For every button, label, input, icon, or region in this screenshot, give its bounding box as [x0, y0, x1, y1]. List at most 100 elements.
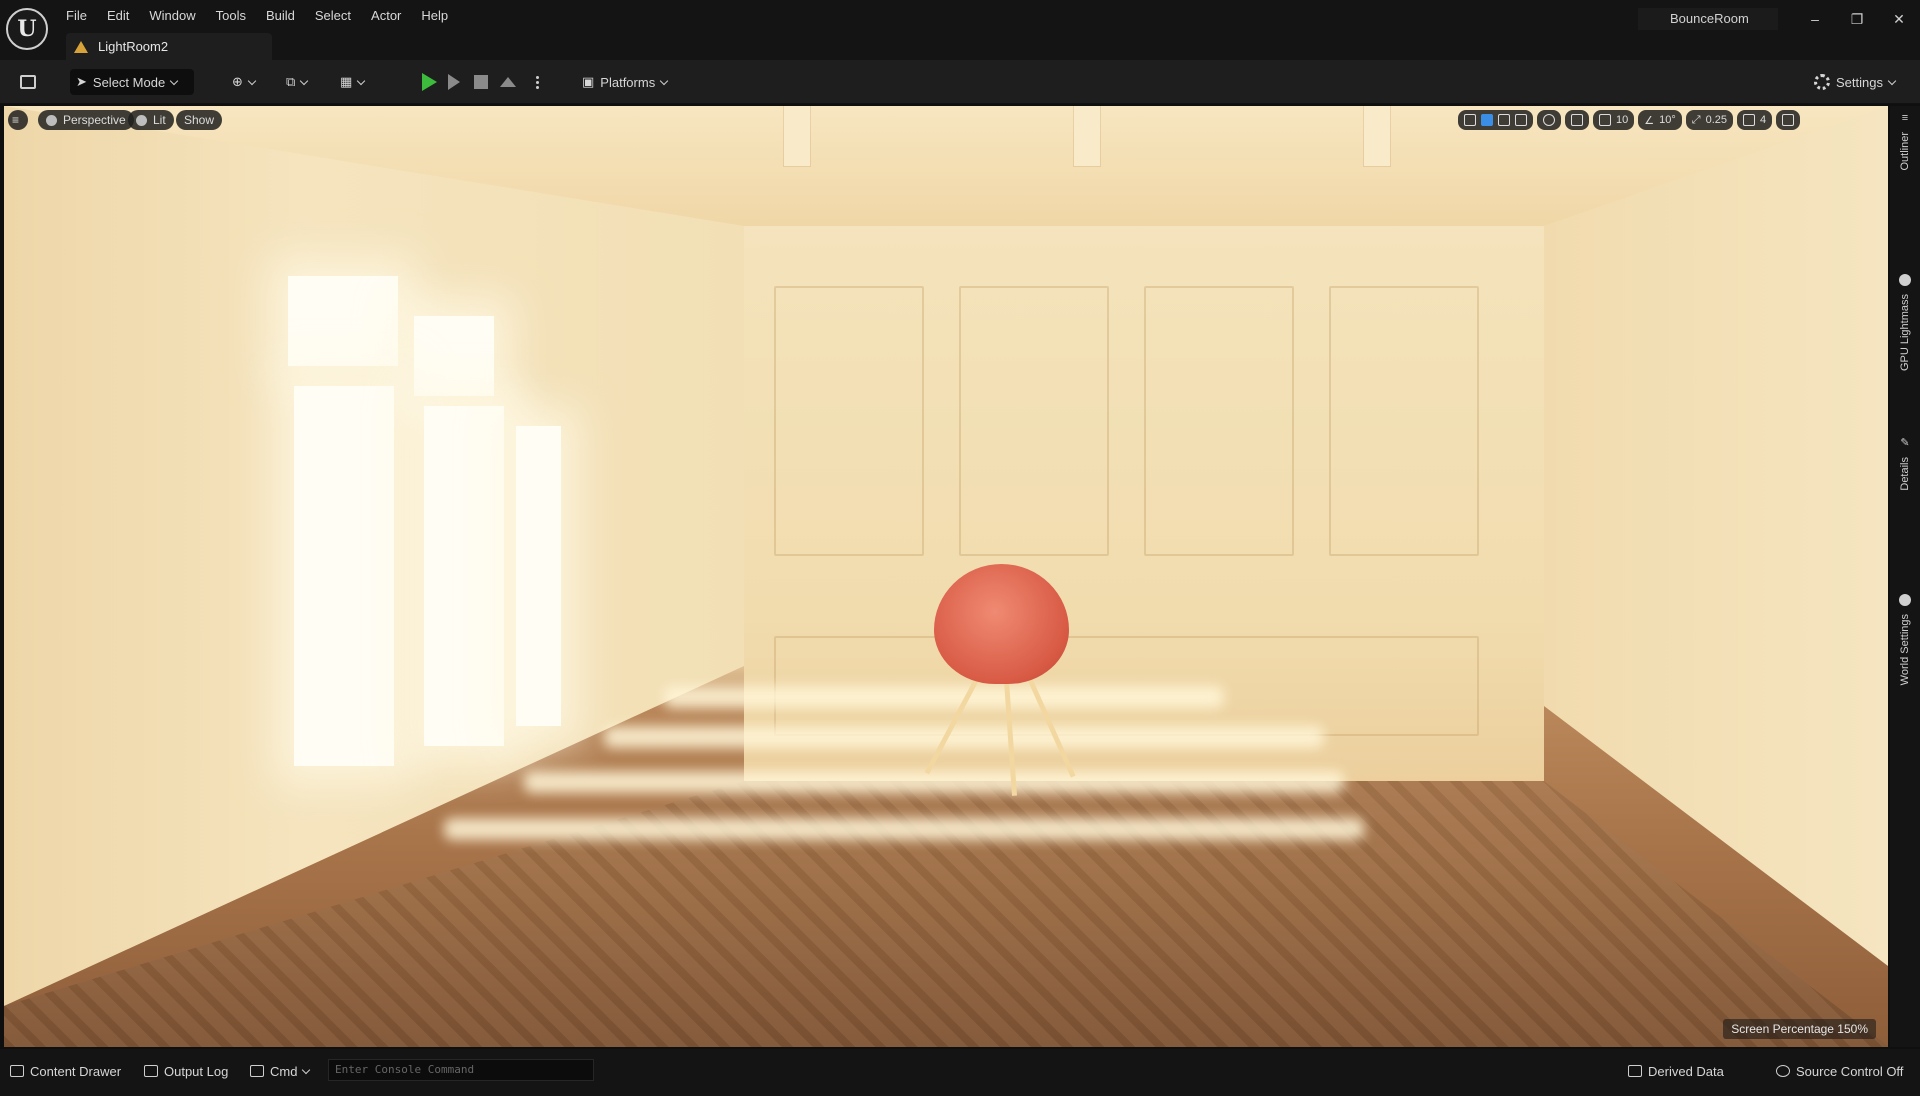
perspective-label: Perspective [63, 113, 126, 127]
blueprints-button[interactable]: ⧉ [280, 69, 313, 95]
show-button[interactable]: Show [176, 110, 223, 130]
world-icon [1543, 114, 1555, 126]
select-tool-icon[interactable] [1464, 114, 1476, 126]
platforms-dropdown[interactable]: ▣ Platforms [576, 69, 673, 95]
viewport-layout[interactable] [1776, 110, 1801, 130]
status-bar: Content Drawer Output Log Cmd Enter Cons… [0, 1049, 1920, 1096]
play-icon [422, 73, 437, 91]
scale-icon: ⤢ [1691, 113, 1701, 126]
rotation-snap[interactable]: ∠ 10° [1638, 110, 1682, 130]
menu-select[interactable]: Select [305, 6, 361, 25]
chevron-down-icon [1887, 76, 1897, 85]
log-icon [144, 1065, 158, 1077]
output-log-button[interactable]: Output Log [144, 1059, 228, 1083]
ceiling-beam [784, 106, 810, 166]
orange-chair[interactable] [934, 564, 1069, 684]
select-mode-label: Select Mode [92, 74, 166, 90]
select-mode-dropdown[interactable]: ➤ Select Mode [70, 69, 194, 95]
view-mode-button[interactable]: Lit [128, 110, 174, 130]
menu-help[interactable]: Help [411, 6, 458, 25]
eject-icon [500, 77, 516, 87]
window-pane [414, 316, 494, 396]
ceiling-beam [1364, 106, 1390, 166]
add-content-button[interactable]: ⊕ [226, 69, 261, 95]
menu-build[interactable]: Build [256, 6, 305, 25]
grid-icon [1599, 114, 1611, 126]
stop-button[interactable] [468, 69, 494, 95]
clapperboard-icon: ▦ [340, 74, 353, 89]
settings-label: Settings [1836, 74, 1883, 90]
source-control-button[interactable]: Source Control Off [1776, 1059, 1903, 1083]
cinematics-button[interactable]: ▦ [334, 69, 370, 95]
lit-icon [136, 114, 147, 126]
save-button[interactable] [14, 69, 42, 95]
list-icon: ≡ [1901, 112, 1909, 124]
source-control-icon [1776, 1065, 1790, 1077]
sunlight-patch [664, 686, 1224, 708]
tab-outliner[interactable]: ≡ Outliner [1890, 112, 1920, 171]
derived-data-button[interactable]: Derived Data [1628, 1059, 1724, 1083]
globe-icon [1899, 594, 1911, 606]
sunlight-patch [604, 726, 1324, 748]
level-icon [74, 40, 88, 53]
menu-actor[interactable]: Actor [361, 6, 411, 25]
lightbulb-icon [1899, 274, 1911, 286]
main-toolbar: ➤ Select Mode ⊕ ⧉ ▦ ▣ Platforms Settings [0, 60, 1920, 104]
play-options-button[interactable] [530, 69, 545, 95]
layout-icon [1782, 114, 1795, 126]
coordinate-system[interactable] [1537, 110, 1561, 130]
wall-panel [1329, 286, 1479, 556]
platforms-label: Platforms [600, 74, 656, 90]
menu-edit[interactable]: Edit [97, 6, 139, 25]
sunlight-patch [444, 818, 1364, 840]
maximize-button[interactable]: ❐ [1836, 6, 1878, 32]
perspective-button[interactable]: Perspective [38, 110, 134, 130]
platforms-icon: ▣ [582, 74, 595, 89]
close-button[interactable]: ✕ [1878, 6, 1920, 32]
cursor-icon: ➤ [76, 74, 87, 89]
output-log-label: Output Log [164, 1063, 229, 1079]
rotate-tool-icon[interactable] [1498, 114, 1510, 126]
level-viewport[interactable]: ≡ Perspective Lit Show 10 ∠ 10° ⤢ 0.25 4… [4, 106, 1888, 1047]
step-button[interactable] [442, 69, 466, 95]
tab-gpu-lightmass[interactable]: GPU Lightmass [1890, 274, 1920, 371]
transform-toolbar: 10 ∠ 10° ⤢ 0.25 4 [1458, 110, 1801, 130]
menu-window[interactable]: Window [139, 6, 205, 25]
perspective-icon [46, 114, 57, 126]
gear-icon [1814, 74, 1830, 90]
content-drawer-label: Content Drawer [30, 1063, 122, 1079]
world-settings-label: World Settings [1899, 614, 1911, 686]
rotation-snap-value: 10° [1659, 114, 1676, 126]
console-command-input[interactable]: Enter Console Command [328, 1059, 594, 1081]
surface-snapping[interactable] [1565, 110, 1589, 130]
minimize-button[interactable]: – [1794, 6, 1836, 32]
cmd-label: Cmd [270, 1063, 298, 1079]
grid-snap-value: 10 [1616, 114, 1629, 126]
play-button[interactable] [416, 69, 443, 95]
scale-tool-icon[interactable] [1515, 114, 1527, 126]
menu-file[interactable]: File [66, 6, 97, 25]
add-actor-icon: ⊕ [232, 74, 243, 89]
outliner-label: Outliner [1899, 132, 1911, 171]
cmd-dropdown[interactable]: Cmd [250, 1059, 311, 1083]
wall-panel [1144, 286, 1294, 556]
chevron-down-icon [357, 76, 366, 85]
window-controls: – ❐ ✕ [1794, 6, 1920, 32]
window-pane [424, 406, 504, 746]
translate-tool-icon[interactable] [1481, 114, 1493, 126]
tab-world-settings[interactable]: World Settings [1890, 594, 1920, 685]
camera-speed[interactable]: 4 [1737, 110, 1773, 130]
viewport-options-button[interactable]: ≡ [8, 110, 28, 130]
settings-dropdown[interactable]: Settings [1808, 69, 1901, 95]
terminal-icon [250, 1065, 264, 1077]
document-tab[interactable]: LightRoom2 [66, 33, 272, 60]
chevron-down-icon [302, 1065, 311, 1074]
unreal-logo-icon[interactable]: U [6, 8, 48, 50]
camera-speed-value: 4 [1760, 114, 1767, 126]
menu-tools[interactable]: Tools [206, 6, 256, 25]
tab-details[interactable]: ✎ Details [1890, 436, 1920, 491]
scale-snap[interactable]: ⤢ 0.25 [1685, 110, 1733, 130]
content-drawer-button[interactable]: Content Drawer [10, 1059, 121, 1083]
eject-button[interactable] [494, 69, 522, 95]
grid-snap[interactable]: 10 [1593, 110, 1635, 130]
